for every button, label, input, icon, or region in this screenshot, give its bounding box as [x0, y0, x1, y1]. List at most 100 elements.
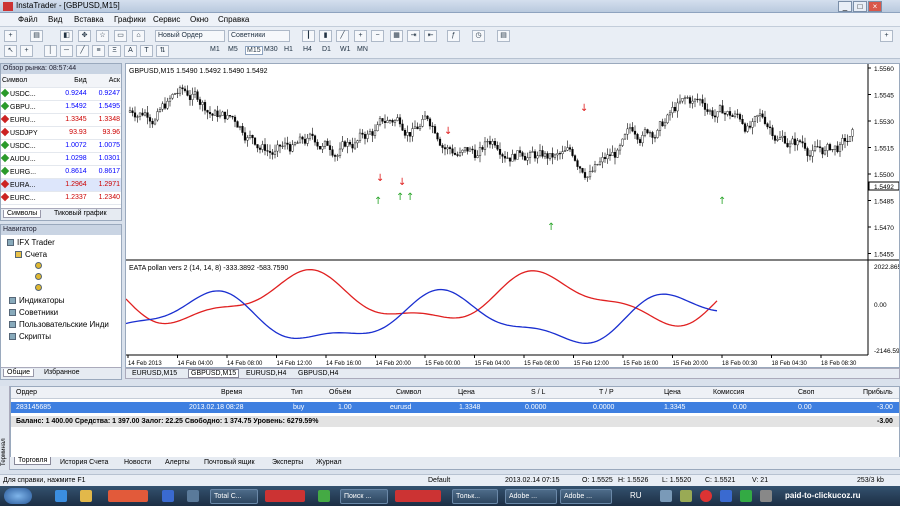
arrows-icon[interactable]: ⇅ — [156, 45, 169, 57]
tab-common[interactable]: Общие — [3, 369, 35, 377]
line-chart-icon[interactable]: ╱ — [336, 30, 349, 42]
market-watch-row[interactable]: EURA... 1.2964 1.2971 — [0, 178, 121, 192]
taskbar-adobe-1[interactable]: Adobe ... — [505, 489, 557, 504]
hdr-profit[interactable]: Прибыль — [863, 389, 893, 396]
candle-chart-icon[interactable]: ▮ — [319, 30, 332, 42]
tab-trade[interactable]: Торговля — [14, 457, 52, 465]
tab-mailbox[interactable]: Почтовый ящик — [204, 459, 255, 466]
maximize-button[interactable]: □ — [853, 1, 867, 12]
menu-view[interactable]: Вид — [48, 15, 62, 24]
tab-experts[interactable]: Эксперты — [272, 459, 303, 466]
market-watch-row[interactable]: GBPU... 1.5492 1.5495 — [0, 100, 121, 114]
data-window-icon[interactable]: ✥ — [78, 30, 91, 42]
toolbar-expand-icon[interactable]: + — [880, 30, 893, 42]
crosshair-icon[interactable]: + — [20, 45, 33, 57]
tab-tick-chart[interactable]: Тиковый график — [51, 210, 110, 217]
tab-journal[interactable]: Журнал — [316, 459, 342, 466]
app-icon[interactable] — [318, 490, 330, 502]
hdr-order[interactable]: Ордер — [16, 389, 37, 396]
trendline-icon[interactable]: ╱ — [76, 45, 89, 57]
hdr-volume[interactable]: Объём — [329, 389, 351, 396]
tab-news[interactable]: Новости — [124, 459, 151, 466]
chart-tab-eurusd-m15[interactable]: EURUSD,M15 — [132, 370, 177, 377]
hline-icon[interactable]: ─ — [60, 45, 73, 57]
tf-w1[interactable]: W1 — [340, 46, 351, 53]
tf-h4[interactable]: H4 — [303, 46, 312, 53]
channel-icon[interactable]: ≡ — [92, 45, 105, 57]
price-chart[interactable]: GBPUSD,M15 1.5490 1.5492 1.5490 1.5492 EA… — [125, 64, 900, 367]
tester-icon[interactable]: ⌂ — [132, 30, 145, 42]
taskbar-total-commander[interactable]: Total C... — [210, 489, 258, 504]
nav-account-1[interactable] — [35, 261, 45, 270]
chart-window[interactable]: GBPUSD,M15 1.5490 1.5492 1.5490 1.5492 EA… — [125, 63, 900, 368]
tab-favorites[interactable]: Избранное — [41, 369, 82, 376]
cursor-icon[interactable]: ↖ — [4, 45, 17, 57]
new-order-button[interactable]: Новый Ордер — [155, 30, 225, 42]
scroll-chart-icon[interactable]: ⇥ — [407, 30, 420, 42]
market-watch-row[interactable]: USDJPY 93.93 93.96 — [0, 126, 121, 140]
language-indicator[interactable]: RU — [630, 491, 642, 500]
taskbar-only[interactable]: Тольк... — [452, 489, 498, 504]
tray-icon[interactable] — [660, 490, 672, 502]
menu-help[interactable]: Справка — [218, 15, 249, 24]
market-watch-row[interactable]: EURG... 0.8614 0.8617 — [0, 165, 121, 179]
nav-advisors[interactable]: Советники — [9, 308, 58, 317]
tf-m30[interactable]: M30 — [264, 46, 278, 53]
fibo-icon[interactable]: Ξ — [108, 45, 121, 57]
tray-icon[interactable] — [680, 490, 692, 502]
menu-window[interactable]: Окно — [190, 15, 209, 24]
tab-alerts[interactable]: Алерты — [165, 459, 190, 466]
tf-m5[interactable]: M5 — [228, 46, 238, 53]
hdr-symbol[interactable]: Символ — [396, 389, 421, 396]
shift-chart-icon[interactable]: ⇤ — [424, 30, 437, 42]
hdr-type[interactable]: Тип — [291, 389, 303, 396]
hdr-commission[interactable]: Комиссия — [713, 389, 744, 396]
periods-icon[interactable]: ◷ — [472, 30, 485, 42]
market-watch-row[interactable]: AUDU... 1.0298 1.0301 — [0, 152, 121, 166]
tf-mn[interactable]: MN — [357, 46, 368, 53]
market-watch-row[interactable]: EURC... 1.2337 1.2340 — [0, 191, 121, 205]
tile-windows-icon[interactable]: ▦ — [390, 30, 403, 42]
nav-scripts[interactable]: Скрипты — [9, 332, 51, 341]
col-bid[interactable]: Бид — [54, 74, 88, 88]
explorer-icon[interactable] — [80, 490, 92, 502]
volume-icon[interactable] — [760, 490, 772, 502]
taskbar-search[interactable]: Поиск ... — [340, 489, 388, 504]
hdr-time[interactable]: Время — [221, 389, 242, 396]
market-watch-row[interactable]: USDC... 0.9244 0.9247 — [0, 87, 121, 101]
tab-symbols[interactable]: Символы — [3, 210, 42, 218]
app-icon[interactable] — [187, 490, 199, 502]
nav-root[interactable]: IFX Trader — [7, 238, 55, 247]
hdr-tp[interactable]: T / P — [599, 389, 614, 396]
market-watch-icon[interactable]: ◧ — [60, 30, 73, 42]
market-watch-row[interactable]: EURU... 1.3345 1.3348 — [0, 113, 121, 127]
app-icon[interactable] — [395, 490, 441, 502]
tf-d1[interactable]: D1 — [322, 46, 331, 53]
minimize-button[interactable]: _ — [838, 1, 852, 12]
app-icon[interactable] — [162, 490, 174, 502]
nav-indicators[interactable]: Индикаторы — [9, 296, 64, 305]
zoom-in-icon[interactable]: + — [354, 30, 367, 42]
tray-icon[interactable] — [700, 490, 712, 502]
zoom-out-icon[interactable]: − — [371, 30, 384, 42]
advisors-button[interactable]: Советники — [228, 30, 290, 42]
profiles-icon[interactable]: ▤ — [30, 30, 43, 42]
new-chart-icon[interactable]: + — [4, 30, 17, 42]
hdr-swap[interactable]: Своп — [798, 389, 814, 396]
menu-charts[interactable]: Графики — [114, 15, 146, 24]
templates-icon[interactable]: ▤ — [497, 30, 510, 42]
browser-icon[interactable] — [108, 490, 148, 502]
nav-account-3[interactable] — [35, 283, 45, 292]
label-icon[interactable]: T — [140, 45, 153, 57]
hdr-price-current[interactable]: Цена — [664, 389, 681, 396]
nav-custom[interactable]: Пользовательские Инди — [9, 320, 109, 329]
menu-insert[interactable]: Вставка — [74, 15, 104, 24]
nav-account-2[interactable] — [35, 272, 45, 281]
tray-icon[interactable] — [740, 490, 752, 502]
status-profile[interactable]: Default — [428, 477, 450, 484]
chart-tab-gbpusd-h4[interactable]: GBPUSD,H4 — [298, 370, 338, 377]
chart-tab-eurusd-h4[interactable]: EURUSD,H4 — [246, 370, 286, 377]
menu-file[interactable]: Файл — [18, 15, 38, 24]
hdr-sl[interactable]: S / L — [531, 389, 545, 396]
close-button[interactable]: × — [868, 1, 882, 12]
